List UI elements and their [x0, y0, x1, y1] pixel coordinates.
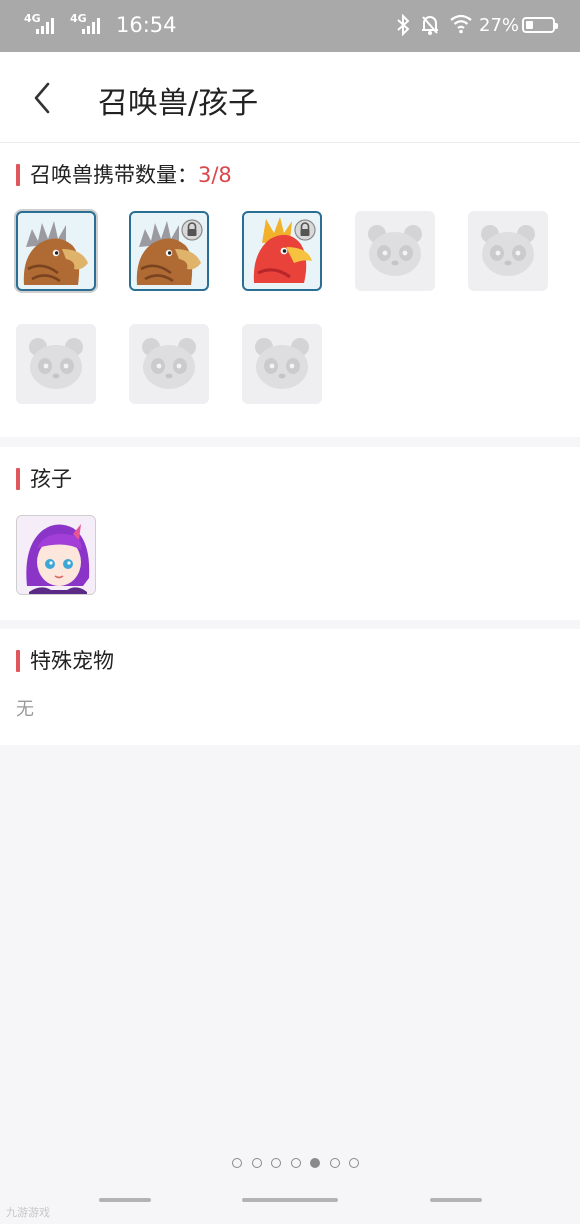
summon-slot-red-phoenix[interactable] — [242, 211, 322, 291]
mute-bell-icon — [422, 16, 438, 35]
battery-fill — [526, 21, 533, 29]
summons-count: 3/8 — [198, 163, 232, 187]
page-title: 召唤兽/孩子 — [98, 86, 259, 121]
brown-eagle-portrait — [23, 221, 88, 285]
summons-section-title: 召唤兽携带数量：3/8 — [16, 163, 232, 187]
empty-summon-slot[interactable] — [355, 211, 435, 291]
lock-icon — [294, 219, 316, 241]
nav-bar-home[interactable] — [242, 1198, 338, 1202]
clock-time: 16:54 — [116, 13, 177, 37]
nav-bar-right[interactable] — [430, 1198, 482, 1202]
children-section-title: 孩子 — [16, 467, 72, 491]
wifi-icon — [450, 14, 472, 34]
panda-placeholder-icon — [142, 338, 196, 389]
bluetooth-icon — [397, 14, 410, 36]
page-dot — [349, 1158, 359, 1168]
empty-summon-slot[interactable] — [468, 211, 548, 291]
empty-summon-slot[interactable] — [16, 324, 96, 404]
empty-summon-slot[interactable] — [129, 324, 209, 404]
empty-summon-slot[interactable] — [242, 324, 322, 404]
summons-title-label: 召唤兽携带数量： — [30, 163, 198, 187]
panda-placeholder-icon — [29, 338, 83, 389]
children-section: 孩子 — [0, 447, 580, 620]
chevron-left-icon — [34, 82, 50, 114]
page-dot — [310, 1158, 320, 1168]
special-pets-section-title: 特殊宠物 — [16, 649, 114, 673]
child-avatar-slot[interactable] — [16, 515, 96, 595]
special-pets-section: 特殊宠物 无 — [0, 629, 580, 745]
back-button[interactable] — [26, 78, 60, 118]
child-avatar — [17, 516, 95, 594]
page-dot — [271, 1158, 281, 1168]
panda-placeholder-icon — [368, 225, 422, 276]
panda-placeholder-icon — [481, 225, 535, 276]
page-dot — [232, 1158, 242, 1168]
special-pets-empty-text: 无 — [16, 699, 34, 720]
battery-percent: 27% — [479, 15, 520, 36]
watermark: 九游游戏 — [6, 1206, 50, 1219]
summon-slot-brown-eagle[interactable] — [129, 211, 209, 291]
app-header: 召唤兽/孩子 — [0, 52, 580, 143]
panda-placeholder-icon — [255, 338, 309, 389]
battery-icon — [522, 17, 558, 33]
summon-slot-brown-eagle[interactable] — [16, 211, 96, 291]
summons-section: 召唤兽携带数量：3/8 — [0, 143, 580, 437]
page-dot — [329, 1158, 340, 1168]
lock-icon — [181, 219, 203, 241]
nav-bar-left[interactable] — [99, 1198, 151, 1202]
status-bar: 4G 4G 16:54 27% — [0, 0, 580, 52]
page-dot — [251, 1158, 262, 1168]
page-dot — [290, 1158, 301, 1168]
